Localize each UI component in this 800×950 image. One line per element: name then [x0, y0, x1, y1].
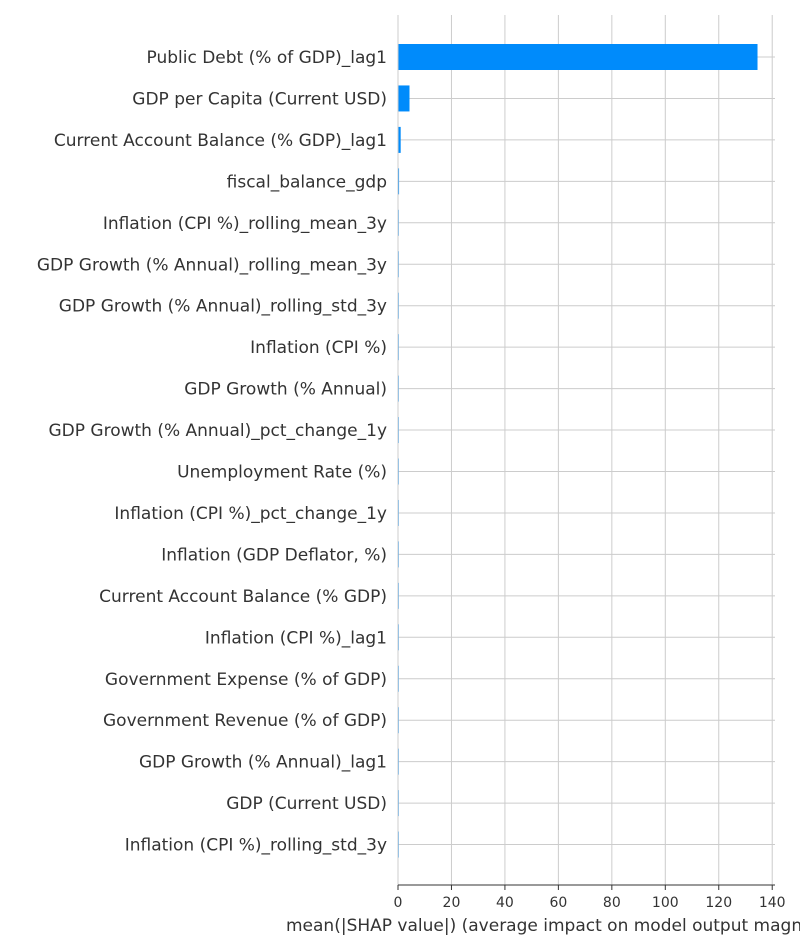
x-tick-label: 40: [496, 895, 514, 911]
feature-label: Inflation (CPI %): [250, 338, 387, 358]
bar: [398, 85, 410, 112]
shap-bar-chart: Public Debt (% of GDP)_lag1 GDP per Capit…: [37, 15, 800, 936]
x-axis: 0 20 40 60 80 100 120 140: [394, 15, 786, 911]
x-tick-label: 100: [652, 895, 679, 911]
x-tick-label: 0: [394, 895, 403, 911]
feature-label: Current Account Balance (% GDP): [99, 587, 387, 607]
feature-label: Inflation (CPI %)_rolling_mean_3y: [103, 214, 387, 234]
x-tick-label: 140: [759, 895, 786, 911]
feature-label: Inflation (CPI %)_pct_change_1y: [114, 504, 387, 524]
x-tick-label: 120: [705, 895, 732, 911]
grid-layer: [398, 15, 775, 885]
feature-label: Government Revenue (% of GDP): [103, 711, 387, 731]
feature-label: GDP per Capita (Current USD): [132, 89, 387, 109]
feature-label: GDP Growth (% Annual): [184, 380, 387, 400]
bar: [398, 44, 758, 70]
feature-label: GDP Growth (% Annual)_pct_change_1y: [48, 421, 387, 441]
x-tick-label: 80: [603, 895, 621, 911]
feature-label: GDP Growth (% Annual)_rolling_mean_3y: [37, 255, 387, 275]
feature-label: Current Account Balance (% GDP)_lag1: [54, 131, 387, 151]
feature-label: Inflation (CPI %)_lag1: [205, 628, 387, 648]
feature-label: GDP Growth (% Annual)_lag1: [139, 753, 387, 773]
x-tick-label: 20: [443, 895, 461, 911]
x-axis-title: mean(|SHAP value|) (average impact on mo…: [286, 916, 800, 936]
feature-label: Inflation (GDP Deflator, %): [161, 545, 387, 565]
feature-label: Public Debt (% of GDP)_lag1: [147, 48, 388, 68]
feature-label-layer: Public Debt (% of GDP)_lag1 GDP per Capit…: [37, 48, 387, 856]
feature-label: GDP (Current USD): [226, 794, 387, 814]
feature-label: Inflation (CPI %)_rolling_std_3y: [125, 836, 387, 856]
feature-label: GDP Growth (% Annual)_rolling_std_3y: [59, 297, 387, 317]
feature-label: fiscal_balance_gdp: [227, 172, 387, 192]
x-tick-label: 60: [549, 895, 567, 911]
feature-label: Unemployment Rate (%): [177, 463, 387, 483]
feature-label: Government Expense (% of GDP): [105, 670, 387, 690]
